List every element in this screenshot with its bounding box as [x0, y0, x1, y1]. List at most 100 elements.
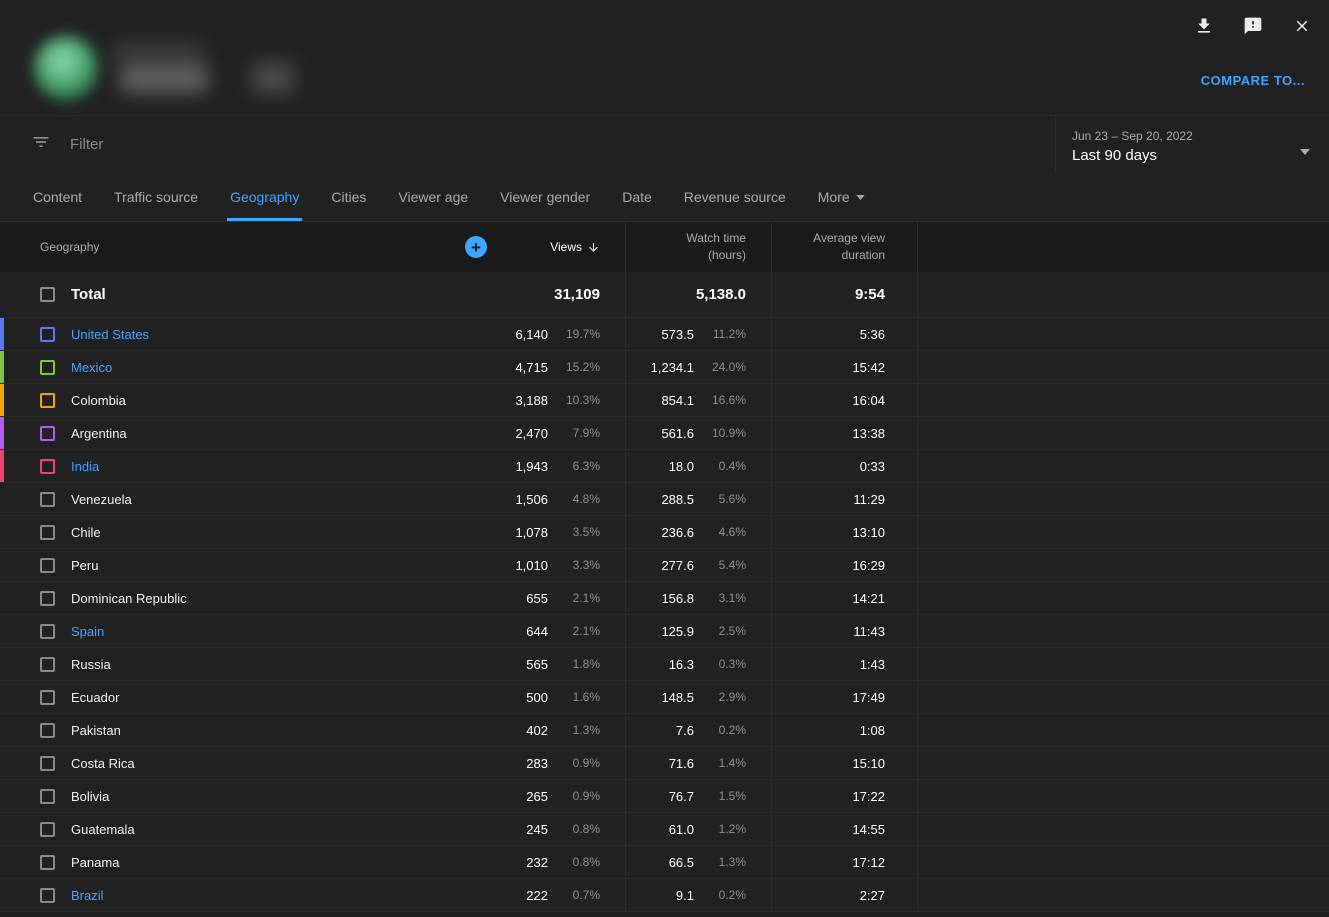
country-name[interactable]: Guatemala — [71, 822, 135, 837]
watch-time-percent: 2.9% — [694, 690, 746, 704]
row-spacer — [917, 780, 1329, 812]
row-checkbox[interactable] — [40, 756, 55, 771]
table-row[interactable]: Bolivia 265 0.9% 76.7 1.5% 17:22 — [0, 780, 1329, 813]
table-row[interactable]: Chile 1,078 3.5% 236.6 4.6% 13:10 — [0, 516, 1329, 549]
download-icon[interactable] — [1193, 15, 1215, 37]
filter-input[interactable]: Filter — [0, 116, 1055, 173]
watch-time-value: 277.6 — [661, 558, 694, 573]
country-name[interactable]: Mexico — [71, 360, 112, 375]
country-name[interactable]: Panama — [71, 855, 119, 870]
table-row[interactable]: United States 6,140 19.7% 573.5 11.2% 5:… — [0, 318, 1329, 351]
row-checkbox[interactable] — [40, 855, 55, 870]
date-range-selector[interactable]: Jun 23 – Sep 20, 2022 Last 90 days — [1055, 116, 1329, 173]
table-row[interactable]: Venezuela 1,506 4.8% 288.5 5.6% 11:29 — [0, 483, 1329, 516]
avg-duration-value: 17:12 — [852, 855, 885, 870]
row-checkbox[interactable] — [40, 360, 55, 375]
geography-column-header: Geography — [40, 240, 99, 254]
tab-date[interactable]: Date — [606, 173, 668, 221]
tab-viewer-gender[interactable]: Viewer gender — [484, 173, 606, 221]
table-row[interactable]: Peru 1,010 3.3% 277.6 5.4% 16:29 — [0, 549, 1329, 582]
watch-time-percent: 0.2% — [694, 888, 746, 902]
country-name[interactable]: Chile — [71, 525, 101, 540]
series-color-marker — [0, 483, 4, 515]
row-checkbox[interactable] — [40, 591, 55, 606]
country-name[interactable]: United States — [71, 327, 149, 342]
series-color-marker — [0, 681, 4, 713]
table-row[interactable]: Dominican Republic 655 2.1% 156.8 3.1% 1… — [0, 582, 1329, 615]
table-row[interactable]: Guatemala 245 0.8% 61.0 1.2% 14:55 — [0, 813, 1329, 846]
total-checkbox[interactable] — [40, 287, 55, 302]
watch-time-percent: 5.4% — [694, 558, 746, 572]
country-name[interactable]: Bolivia — [71, 789, 109, 804]
country-name[interactable]: Costa Rica — [71, 756, 135, 771]
sort-descending-icon — [587, 241, 600, 254]
table-row[interactable]: Colombia 3,188 10.3% 854.1 16.6% 16:04 — [0, 384, 1329, 417]
table-row[interactable]: Ecuador 500 1.6% 148.5 2.9% 17:49 — [0, 681, 1329, 714]
country-name[interactable]: Dominican Republic — [71, 591, 187, 606]
country-name[interactable]: Colombia — [71, 393, 126, 408]
country-name[interactable]: Ecuador — [71, 690, 119, 705]
row-checkbox[interactable] — [40, 459, 55, 474]
country-name[interactable]: Venezuela — [71, 492, 132, 507]
row-checkbox[interactable] — [40, 723, 55, 738]
row-spacer — [917, 351, 1329, 383]
views-header-label: Views — [550, 240, 582, 254]
row-checkbox[interactable] — [40, 558, 55, 573]
row-spacer — [917, 318, 1329, 350]
row-checkbox[interactable] — [40, 789, 55, 804]
table-row[interactable]: India 1,943 6.3% 18.0 0.4% 0:33 — [0, 450, 1329, 483]
series-color-marker — [0, 516, 4, 548]
row-spacer — [917, 615, 1329, 647]
series-color-marker — [0, 780, 4, 812]
add-metric-button[interactable]: + — [465, 236, 487, 258]
series-color-marker — [0, 417, 4, 449]
table-row[interactable]: Argentina 2,470 7.9% 561.6 10.9% 13:38 — [0, 417, 1329, 450]
row-checkbox[interactable] — [40, 426, 55, 441]
country-name[interactable]: Argentina — [71, 426, 127, 441]
tab-geography[interactable]: Geography — [214, 173, 315, 221]
tab-revenue-source[interactable]: Revenue source — [668, 173, 802, 221]
row-checkbox[interactable] — [40, 822, 55, 837]
row-spacer — [917, 846, 1329, 878]
row-checkbox[interactable] — [40, 690, 55, 705]
row-checkbox[interactable] — [40, 624, 55, 639]
views-value: 655 — [526, 591, 548, 606]
avg-duration-value: 5:36 — [860, 327, 885, 342]
row-checkbox[interactable] — [40, 492, 55, 507]
table-row[interactable]: Panama 232 0.8% 66.5 1.3% 17:12 — [0, 846, 1329, 879]
views-percent: 6.3% — [548, 459, 600, 473]
row-checkbox[interactable] — [40, 525, 55, 540]
table-row[interactable]: Costa Rica 283 0.9% 71.6 1.4% 15:10 — [0, 747, 1329, 780]
table-row[interactable]: Russia 565 1.8% 16.3 0.3% 1:43 — [0, 648, 1329, 681]
table-row[interactable]: Pakistan 402 1.3% 7.6 0.2% 1:08 — [0, 714, 1329, 747]
tab-traffic-source[interactable]: Traffic source — [98, 173, 214, 221]
watch-time-column-header[interactable]: Watch time (hours) — [625, 222, 771, 272]
tab-viewer-age[interactable]: Viewer age — [382, 173, 484, 221]
avg-duration-column-header[interactable]: Average view duration — [771, 222, 917, 272]
avg-duration-value: 14:21 — [852, 591, 885, 606]
views-percent: 0.9% — [548, 756, 600, 770]
compare-to-button[interactable]: COMPARE TO... — [1201, 73, 1305, 88]
watch-time-value: 561.6 — [661, 426, 694, 441]
country-name[interactable]: Russia — [71, 657, 111, 672]
tab-more[interactable]: More — [802, 173, 881, 221]
country-name[interactable]: Pakistan — [71, 723, 121, 738]
country-name[interactable]: India — [71, 459, 99, 474]
chevron-down-icon — [1300, 142, 1310, 160]
close-icon[interactable] — [1291, 15, 1313, 37]
views-column-header[interactable]: Views — [475, 222, 625, 272]
table-row[interactable]: Mexico 4,715 15.2% 1,234.1 24.0% 15:42 — [0, 351, 1329, 384]
row-checkbox[interactable] — [40, 393, 55, 408]
country-name[interactable]: Brazil — [71, 888, 104, 903]
tab-content[interactable]: Content — [17, 173, 98, 221]
row-checkbox[interactable] — [40, 888, 55, 903]
table-row[interactable]: Brazil 222 0.7% 9.1 0.2% 2:27 — [0, 879, 1329, 912]
row-spacer — [917, 516, 1329, 548]
row-checkbox[interactable] — [40, 657, 55, 672]
row-checkbox[interactable] — [40, 327, 55, 342]
country-name[interactable]: Spain — [71, 624, 104, 639]
table-row[interactable]: Spain 644 2.1% 125.9 2.5% 11:43 — [0, 615, 1329, 648]
tab-cities[interactable]: Cities — [315, 173, 382, 221]
feedback-icon[interactable] — [1242, 15, 1264, 37]
country-name[interactable]: Peru — [71, 558, 98, 573]
